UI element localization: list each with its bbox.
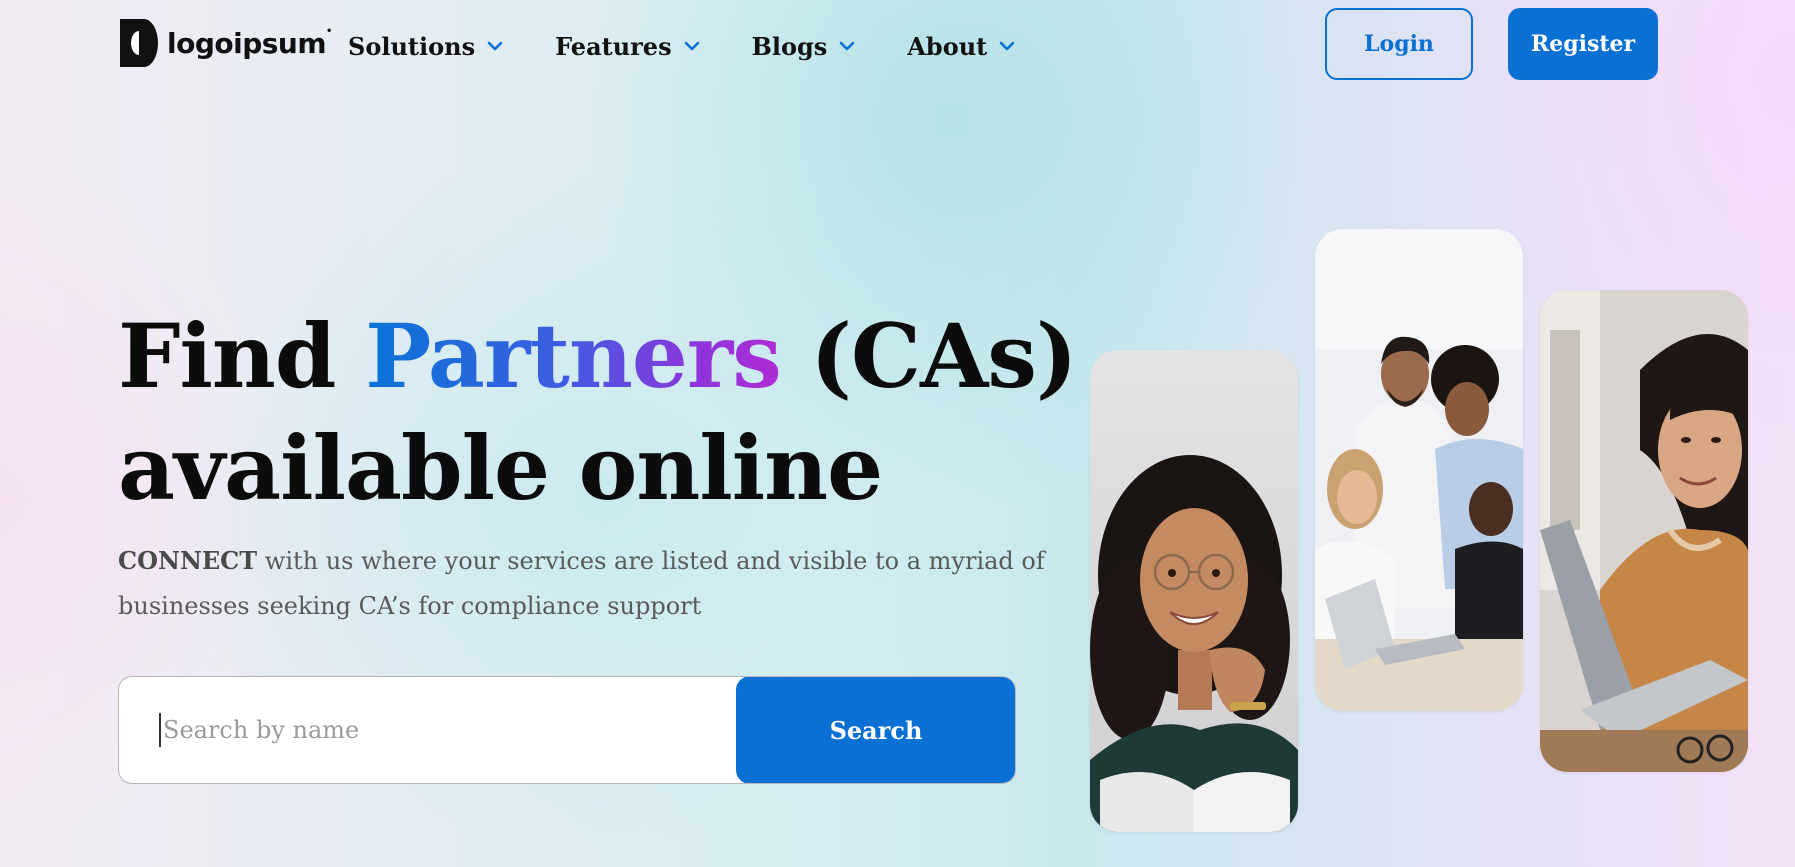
chevron-down-icon xyxy=(684,41,699,51)
register-button[interactable]: Register xyxy=(1508,8,1658,80)
nav-item-blogs[interactable]: Blogs xyxy=(752,28,856,64)
team-meeting-photo xyxy=(1315,229,1523,711)
logo[interactable]: logoipsum • xyxy=(120,18,332,68)
nav-label: Blogs xyxy=(751,31,828,61)
login-button[interactable]: Login xyxy=(1325,8,1473,80)
main-nav: Solutions Features Blogs About xyxy=(348,28,1067,64)
nav-label: Solutions xyxy=(348,31,476,61)
hero-title: Find Partners (CAs) available online xyxy=(118,300,1078,524)
nav-item-about[interactable]: About xyxy=(907,28,1015,64)
logo-text: logoipsum xyxy=(167,26,327,60)
hero-subtitle-bold: CONNECT xyxy=(118,546,258,575)
chevron-down-icon xyxy=(999,41,1015,51)
chevron-down-icon xyxy=(839,41,855,51)
search-input[interactable] xyxy=(159,713,719,747)
hero-subtitle: CONNECT with us where your services are … xyxy=(118,538,1058,629)
nav-item-solutions[interactable]: Solutions xyxy=(348,28,503,64)
hero-title-highlight: Partners xyxy=(365,304,782,408)
woman-laptop-photo xyxy=(1540,290,1748,772)
logo-mark-icon xyxy=(120,19,158,67)
nav-label: About xyxy=(907,31,988,61)
nav-label: Features xyxy=(555,31,672,61)
hero-title-part2: (CAs) xyxy=(780,304,1077,408)
nav-item-features[interactable]: Features xyxy=(555,28,700,64)
hero-subtitle-text: with us where your services are listed a… xyxy=(118,547,1045,620)
search-bar: Search xyxy=(118,676,1016,784)
logo-trademark: • xyxy=(326,26,332,37)
search-button[interactable]: Search xyxy=(736,677,1015,783)
chevron-down-icon xyxy=(487,41,503,51)
woman-smiling-photo xyxy=(1090,350,1298,832)
hero-title-part1: Find xyxy=(118,304,366,408)
hero-title-line2: available online xyxy=(118,416,883,520)
